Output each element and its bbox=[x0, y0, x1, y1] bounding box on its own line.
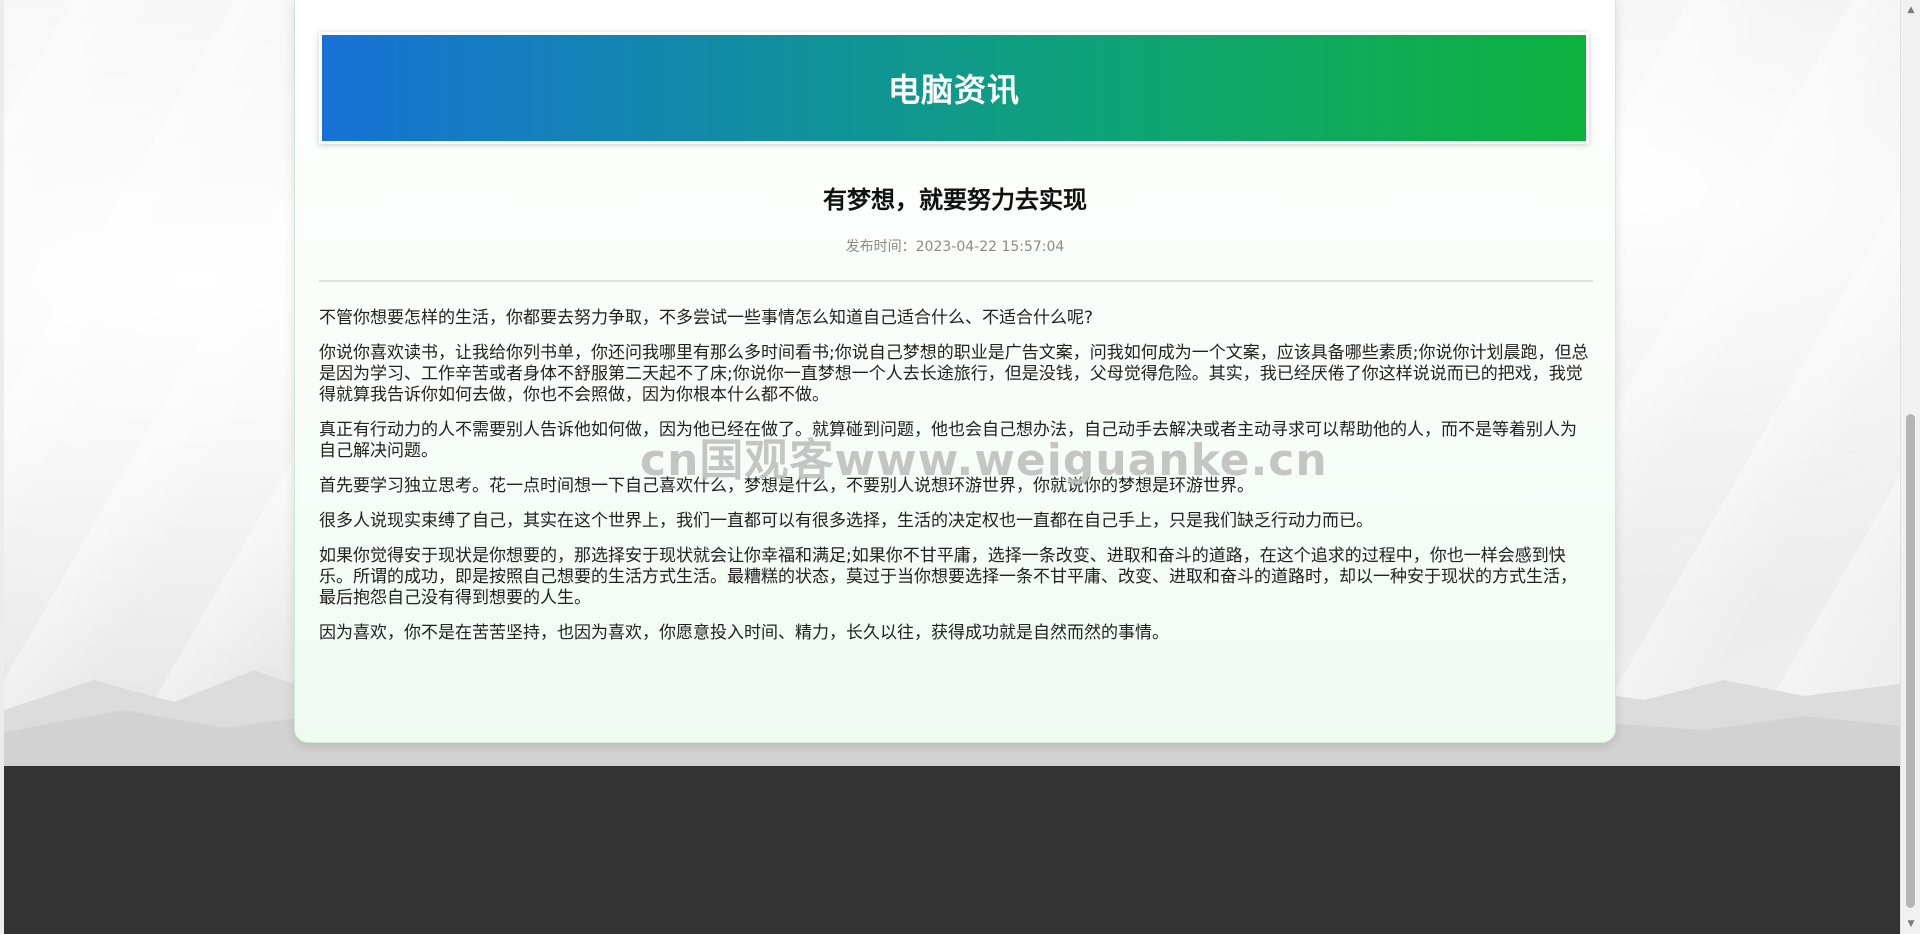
scrollbar-thumb[interactable] bbox=[1906, 414, 1915, 908]
publish-label: 发布时间： bbox=[845, 239, 916, 255]
banner-title: 电脑资讯 bbox=[887, 71, 1020, 109]
article-paragraph: 真正有行动力的人不需要别人告诉他如何做，因为他已经在做了。就算碰到问题，他也会自… bbox=[319, 420, 1577, 461]
page-footer bbox=[4, 766, 1900, 934]
article-paragraph: 你说你喜欢读书，让我给你列书单，你还问我哪里有那么多时间看书;你说自己梦想的职业… bbox=[319, 343, 1589, 405]
article-card: 电脑资讯 有梦想，就要努力去实现 发布时间：2023-04-22 15:57:0… bbox=[294, 0, 1616, 743]
publish-meta: 发布时间：2023-04-22 15:57:04 bbox=[295, 236, 1615, 256]
publish-time: 2023-04-22 15:57:04 bbox=[915, 239, 1065, 255]
scroll-down-icon[interactable]: ▼ bbox=[1901, 916, 1920, 932]
article-title: 有梦想，就要努力去实现 bbox=[823, 186, 1087, 214]
scroll-up-icon[interactable]: ▲ bbox=[1901, 2, 1920, 18]
category-banner: 电脑资讯 bbox=[319, 32, 1589, 144]
vertical-scrollbar[interactable]: ▲ ▼ bbox=[1900, 0, 1920, 934]
article-paragraph: 如果你觉得安于现状是你想要的，那选择安于现状就会让你幸福和满足;如果你不甘平庸，… bbox=[319, 546, 1577, 608]
article-paragraph: 不管你想要怎样的生活，你都要去努力争取，不多尝试一些事情怎么知道自己适合什么、不… bbox=[319, 308, 1094, 328]
page-viewport: 电脑资讯 有梦想，就要努力去实现 发布时间：2023-04-22 15:57:0… bbox=[4, 0, 1900, 934]
article-paragraph: 首先要学习独立思考。花一点时间想一下自己喜欢什么，梦想是什么，不要别人说想环游世… bbox=[319, 476, 1254, 496]
article-paragraph: 因为喜欢，你不是在苦苦坚持，也因为喜欢，你愿意投入时间、精力，长久以往，获得成功… bbox=[319, 623, 1169, 643]
article-paragraph: 很多人说现实束缚了自己，其实在这个世界上，我们一直都可以有很多选择，生活的决定权… bbox=[319, 511, 1373, 531]
article-content: 不管你想要怎样的生活，你都要去努力争取，不多尝试一些事情怎么知道自己适合什么、不… bbox=[319, 308, 1593, 658]
title-divider bbox=[319, 280, 1593, 282]
